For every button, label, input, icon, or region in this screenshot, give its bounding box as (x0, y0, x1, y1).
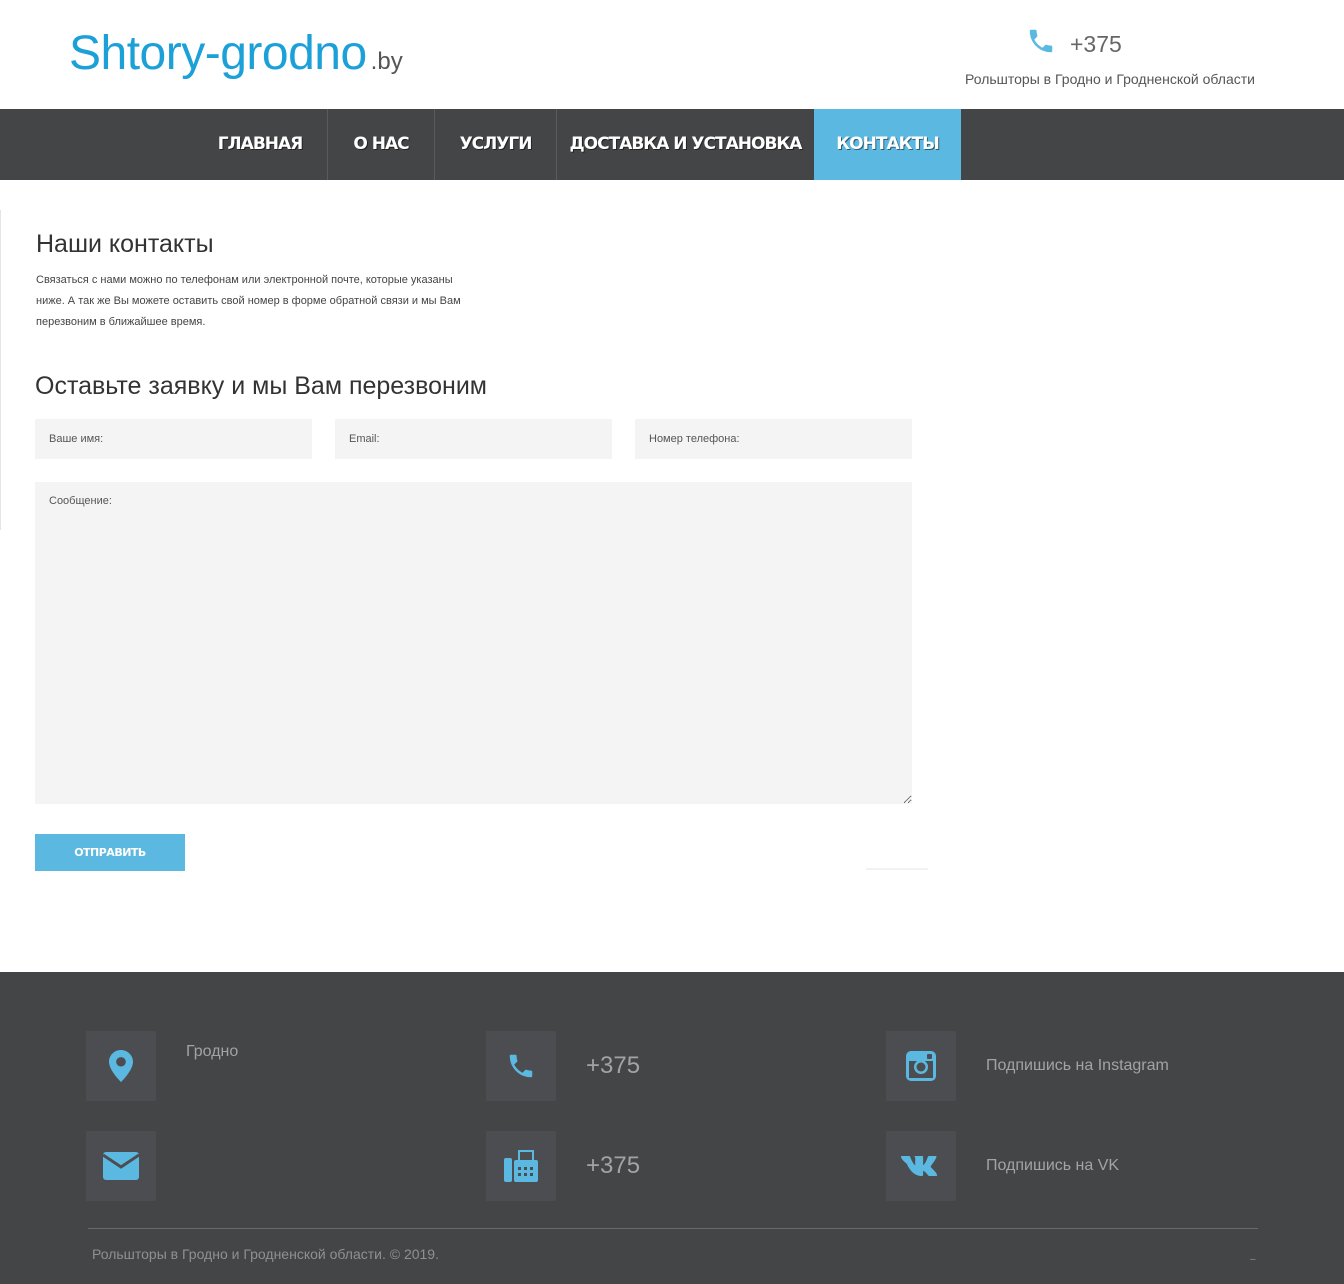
fax-icon (504, 1150, 538, 1182)
header-phone[interactable]: +375 (1026, 26, 1226, 60)
instagram-box[interactable] (886, 1031, 956, 1101)
footer-city: Гродно (186, 1043, 239, 1060)
message-textarea[interactable] (35, 482, 912, 804)
footer-fax[interactable]: +375 (586, 1152, 640, 1180)
main-nav: ГЛАВНАЯ О НАС УСЛУГИ ДОСТАВКА И УСТАНОВК… (0, 109, 1344, 180)
nav-item-home[interactable]: ГЛАВНАЯ (193, 109, 327, 180)
footer-vk-link[interactable]: Подпишись на VK (986, 1157, 1119, 1175)
contacts-title: Наши контакты (36, 230, 214, 258)
email-box (86, 1131, 156, 1201)
site-header: Shtory-grodno .by +375 Рольшторы в Гродно… (0, 0, 1344, 109)
submit-button[interactable]: ОТПРАВИТЬ (35, 834, 185, 871)
name-input[interactable] (35, 419, 312, 459)
footer-scroll-mark: – (1250, 1254, 1256, 1265)
vk-box[interactable] (886, 1131, 956, 1201)
left-divider (0, 210, 1, 530)
nav-item-contacts[interactable]: КОНТАКТЫ (814, 109, 961, 180)
vk-icon (901, 1156, 938, 1176)
phone-icon (509, 1054, 533, 1078)
location-pin-icon (109, 1050, 133, 1082)
email-input[interactable] (335, 419, 612, 459)
phone-input[interactable] (635, 419, 912, 459)
nav-item-delivery[interactable]: ДОСТАВКА И УСТАНОВКА (557, 109, 814, 180)
nav-item-about[interactable]: О НАС (328, 109, 434, 180)
phone-icon (1026, 26, 1056, 56)
site-logo[interactable]: Shtory-grodno .by (69, 26, 403, 81)
header-phone-number: +375 (1070, 31, 1122, 57)
envelope-icon (103, 1152, 139, 1180)
location-box (86, 1031, 156, 1101)
faint-divider (866, 868, 928, 870)
nav-item-services[interactable]: УСЛУГИ (435, 109, 556, 180)
header-subtitle: Рольшторы в Гродно и Гродненской области (965, 71, 1255, 87)
footer-instagram-link[interactable]: Подпишись на Instagram (986, 1057, 1169, 1075)
footer-divider (88, 1228, 1258, 1229)
footer-phone[interactable]: +375 (586, 1052, 640, 1080)
logo-tld-text: .by (370, 48, 403, 75)
fax-box (486, 1131, 556, 1201)
phone-box (486, 1031, 556, 1101)
form-title: Оставьте заявку и мы Вам перезвоним (35, 372, 487, 400)
site-footer: Гродно +375 Подпишись на Instagram +375 … (0, 972, 1344, 1284)
instagram-icon (906, 1051, 936, 1081)
footer-copyright: Рольшторы в Гродно и Гродненской области… (92, 1246, 439, 1262)
contacts-text: Связаться с нами можно по телефонам или … (36, 274, 461, 328)
logo-main-text: Shtory-grodno (69, 27, 367, 80)
